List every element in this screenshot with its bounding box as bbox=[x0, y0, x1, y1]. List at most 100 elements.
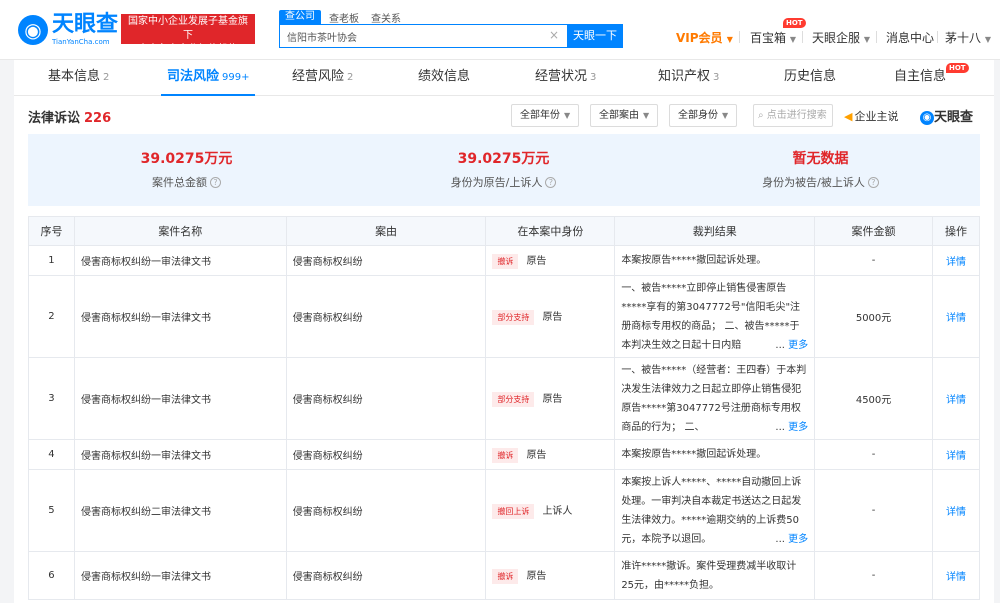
vip-label: VIP会员 bbox=[676, 31, 723, 45]
case-result: 本案按原告*****撤回起诉处理。 bbox=[614, 439, 816, 470]
message-center-link[interactable]: 消息中心 bbox=[886, 29, 934, 46]
table-row: 5 侵害商标权纠纷二审法律文书 侵害商标权纠纷 撤回上诉 上诉人 本案按上诉人**… bbox=[28, 469, 980, 552]
hot-badge: HOT bbox=[783, 18, 806, 28]
tab-history[interactable]: 历史信息 bbox=[784, 60, 836, 96]
tab-self-info[interactable]: 自主信息 bbox=[894, 60, 946, 96]
baibaoxiang-label: 百宝箱 bbox=[750, 31, 787, 45]
detail-link[interactable]: 详情 bbox=[932, 357, 980, 440]
lawsuit-table: 序号 案件名称 案由 在本案中身份 裁判结果 案件金额 操作 1 侵害商标权纠纷… bbox=[28, 216, 980, 600]
enterprise-speak-label: 企业主说 bbox=[854, 110, 899, 123]
help-icon[interactable]: ? bbox=[867, 177, 879, 188]
detail-link[interactable]: 详情 bbox=[932, 469, 980, 552]
tab-label: 自主信息 bbox=[894, 69, 947, 84]
case-cause: 侵害商标权纠纷 bbox=[285, 357, 487, 440]
case-name-link[interactable]: 侵害商标权纠纷一审法律文书 bbox=[73, 439, 287, 470]
help-icon[interactable]: ? bbox=[545, 177, 557, 188]
row-no: 6 bbox=[28, 551, 75, 600]
more-link[interactable]: 更多 bbox=[788, 422, 808, 433]
case-name-link[interactable]: 侵害商标权纠纷一审法律文书 bbox=[73, 275, 287, 358]
status-badge: 撤诉 bbox=[492, 569, 519, 584]
chevron-down-icon: ▼ bbox=[789, 35, 796, 44]
stat-label-text: 身份为被告/被上诉人 bbox=[762, 176, 865, 189]
more-link[interactable]: 更多 bbox=[788, 534, 808, 545]
tab-basic-info[interactable]: 基本信息 2 bbox=[48, 60, 109, 96]
detail-link[interactable]: 详情 bbox=[932, 245, 980, 276]
case-amount: 4500元 bbox=[814, 357, 933, 440]
detail-link[interactable]: 详情 bbox=[932, 275, 980, 358]
vip-member-link[interactable]: VIP会员 ▼ bbox=[676, 29, 733, 46]
col-header-role: 在本案中身份 bbox=[485, 216, 616, 246]
divider bbox=[876, 31, 877, 43]
stat-label: 身份为被告/被上诉人? bbox=[662, 174, 979, 190]
enterprise-speak-link[interactable]: ◀ 企业主说 bbox=[844, 108, 898, 124]
qifu-menu[interactable]: 天眼企服 ▼ bbox=[812, 29, 870, 46]
table-search-input[interactable]: ⌕ 点击进行搜索 bbox=[753, 104, 833, 127]
tab-performance[interactable]: 绩效信息 bbox=[418, 60, 473, 96]
case-name-link[interactable]: 侵害商标权纠纷一审法律文书 bbox=[73, 357, 287, 440]
case-role: 部分支持 原告 bbox=[485, 357, 616, 440]
tab-operation-status[interactable]: 经营状况 3 bbox=[535, 60, 596, 96]
role-text: 原告 bbox=[526, 571, 547, 582]
search-tab-boss[interactable]: 查老板 bbox=[329, 10, 359, 25]
qifu-label: 天眼企服 bbox=[812, 31, 861, 45]
user-menu[interactable]: 茅十八 ▼ bbox=[945, 29, 991, 46]
stat-plaintiff-amount: 39.0275万元 身份为原告/上诉人? bbox=[345, 134, 662, 206]
case-name-link[interactable]: 侵害商标权纠纷一审法律文书 bbox=[73, 551, 287, 600]
search-tab-relation[interactable]: 查关系 bbox=[371, 10, 401, 25]
case-result: 准许*****撤诉。案件受理费减半收取计25元，由*****负担。 bbox=[614, 551, 816, 600]
caret-down-icon: ▼ bbox=[564, 111, 571, 120]
row-no: 1 bbox=[28, 245, 75, 276]
role-filter[interactable]: 全部身份 ▼ bbox=[669, 104, 738, 127]
cause-filter[interactable]: 全部案由 ▼ bbox=[590, 104, 659, 127]
caret-down-icon: ▼ bbox=[722, 111, 729, 120]
section-title-text: 法律诉讼 bbox=[28, 111, 81, 126]
row-no: 3 bbox=[28, 357, 75, 440]
divider bbox=[802, 31, 803, 43]
case-amount: 5000元 bbox=[814, 275, 933, 358]
status-badge: 撤诉 bbox=[492, 448, 519, 463]
case-result: 一、被告*****立即停止销售侵害原告*****享有的第3047772号"信阳毛… bbox=[614, 275, 816, 358]
tab-count: 3 bbox=[713, 72, 720, 83]
cause-filter-label: 全部案由 bbox=[599, 110, 639, 121]
case-result: 一、被告*****（经营者：王四春）于本判决发生法律效力之日起立即停止销售侵犯原… bbox=[614, 357, 816, 440]
case-name-link[interactable]: 侵害商标权纠纷一审法律文书 bbox=[73, 245, 287, 276]
stat-value: 39.0275万元 bbox=[457, 151, 550, 167]
search-button[interactable]: 天眼一下 bbox=[567, 24, 623, 48]
tab-label: 基本信息 bbox=[48, 69, 101, 84]
row-no: 5 bbox=[28, 469, 75, 552]
clear-icon[interactable]: × bbox=[549, 28, 559, 42]
more-link[interactable]: 更多 bbox=[788, 340, 808, 351]
case-name-link[interactable]: 侵害商标权纠纷二审法律文书 bbox=[73, 469, 287, 552]
role-text: 原告 bbox=[542, 312, 563, 323]
status-badge: 部分支持 bbox=[492, 310, 535, 325]
case-result: 本案按上诉人*****、*****自动撤回上诉处理。一审判决自本裁定书送达之日起… bbox=[614, 469, 816, 552]
baibaoxiang-menu[interactable]: 百宝箱 ▼ bbox=[750, 29, 796, 46]
user-name: 茅十八 bbox=[945, 31, 982, 45]
tab-ip[interactable]: 知识产权 3 bbox=[658, 60, 719, 96]
detail-link[interactable]: 详情 bbox=[932, 551, 980, 600]
tab-label: 司法风险 bbox=[167, 69, 220, 84]
role-filter-label: 全部身份 bbox=[678, 110, 718, 121]
year-filter[interactable]: 全部年份 ▼ bbox=[511, 104, 580, 127]
chevron-down-icon: ▼ bbox=[984, 35, 991, 44]
detail-link[interactable]: 详情 bbox=[932, 439, 980, 470]
case-cause: 侵害商标权纠纷 bbox=[285, 275, 487, 358]
case-role: 部分支持 原告 bbox=[485, 275, 616, 358]
tianyancha-logo[interactable]: ◉ 天眼查 TianYanCha.com bbox=[18, 12, 118, 48]
tab-operation-risk[interactable]: 经营风险 2 bbox=[292, 60, 353, 96]
search-tab-company[interactable]: 查公司 bbox=[279, 10, 321, 24]
case-amount: - bbox=[814, 469, 933, 552]
hot-badge: HOT bbox=[946, 63, 969, 73]
help-icon[interactable]: ? bbox=[210, 177, 221, 188]
tab-count: 999+ bbox=[222, 72, 250, 83]
search-input[interactable] bbox=[280, 25, 530, 47]
logo-eye-icon: ◉ bbox=[920, 111, 934, 125]
stat-label: 身份为原告/上诉人? bbox=[345, 174, 662, 190]
role-text: 上诉人 bbox=[542, 506, 573, 517]
case-result: 本案按原告*****撤回起诉处理。 bbox=[614, 245, 816, 276]
tab-label: 经营状况 bbox=[535, 69, 588, 84]
tab-label: 知识产权 bbox=[658, 69, 711, 84]
table-header-row: 序号 案件名称 案由 在本案中身份 裁判结果 案件金额 操作 bbox=[28, 216, 980, 246]
row-no: 4 bbox=[28, 439, 75, 470]
tab-judicial-risk[interactable]: 司法风险 999+ bbox=[161, 60, 256, 96]
